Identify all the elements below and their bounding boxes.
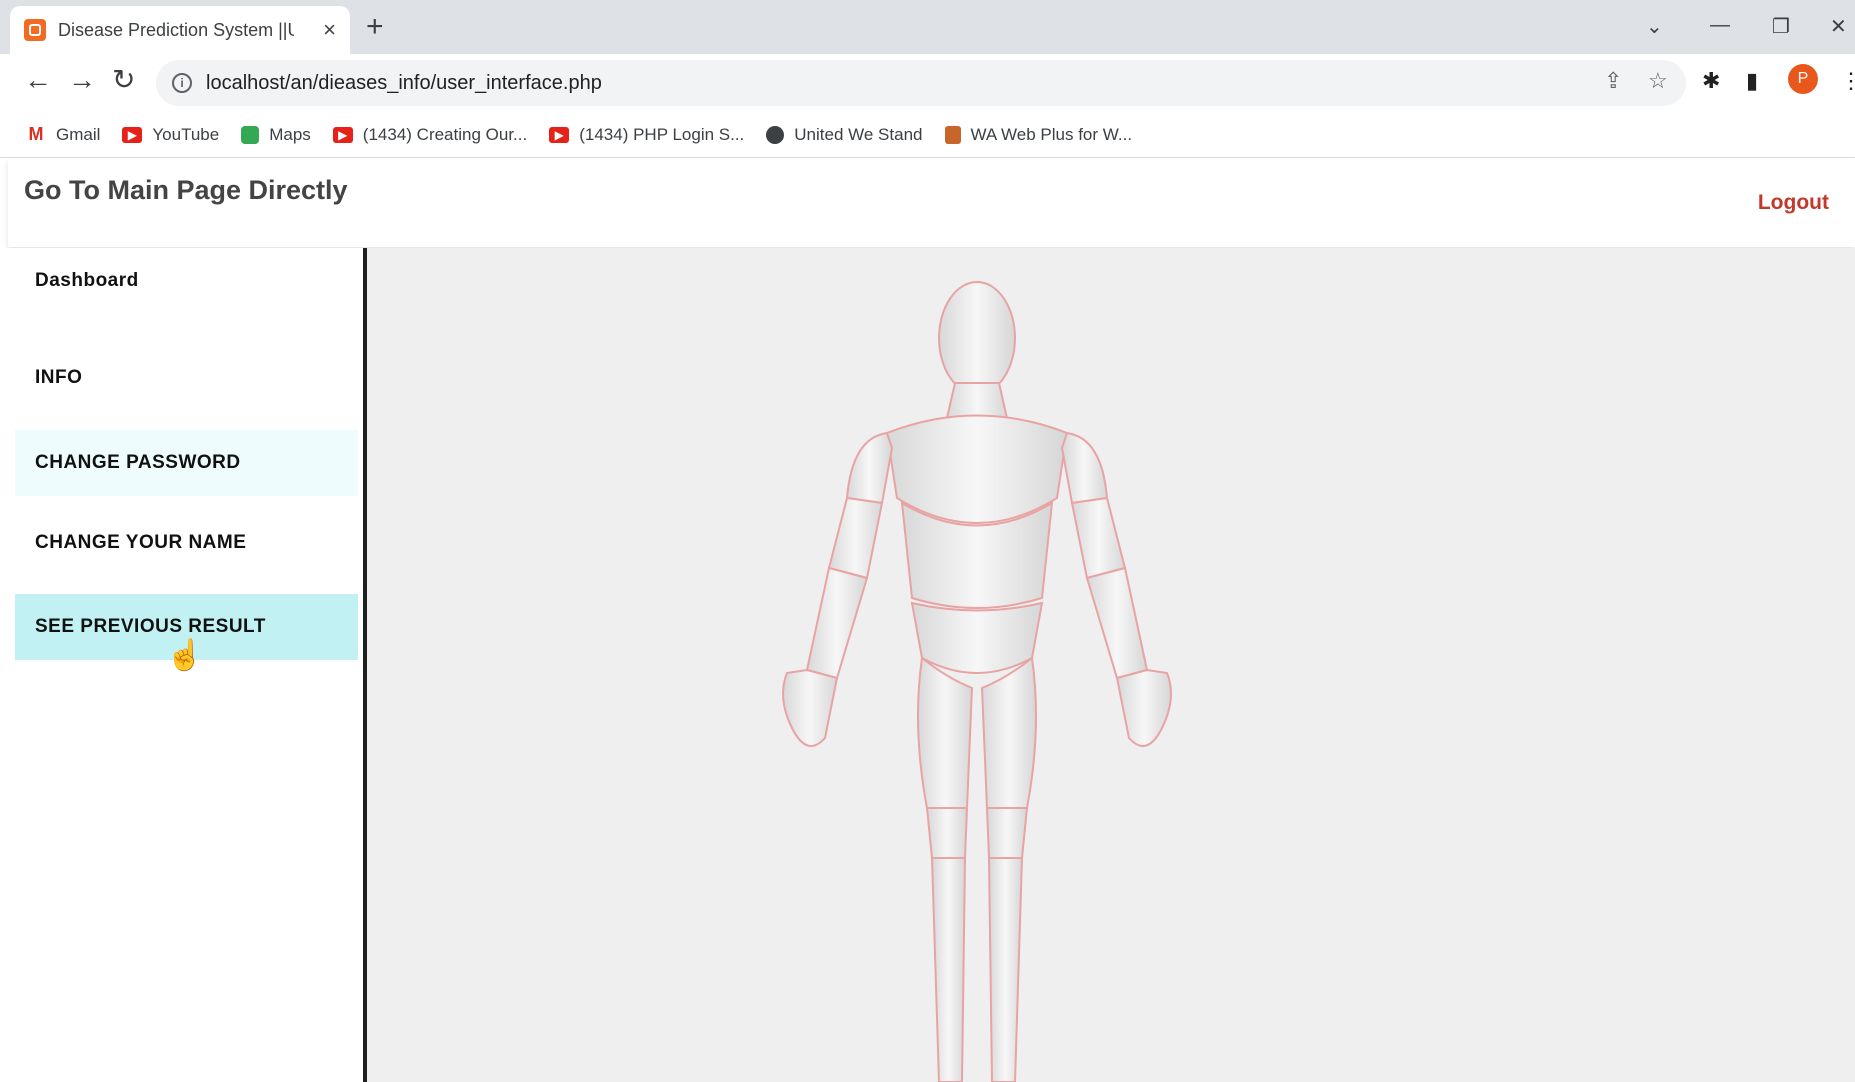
bookmark-label: WA Web Plus for W...: [970, 124, 1133, 144]
body-region-left-shoulder[interactable]: [845, 431, 894, 505]
body-model-area: [367, 248, 1855, 1082]
body-region-chest[interactable]: [885, 414, 1069, 524]
share-icon[interactable]: ⇪: [1604, 70, 1622, 92]
bookmarks-bar: M Gmail ▶ YouTube Maps ▶ (1434) Creating…: [0, 112, 1855, 158]
profile-avatar[interactable]: P: [1788, 64, 1818, 94]
browser-window: Disease Prediction System ||User × + ⌄ —…: [0, 0, 1855, 1082]
bookmark-maps[interactable]: Maps: [241, 125, 311, 145]
tab-strip: Disease Prediction System ||User × + ⌄ —…: [0, 0, 1855, 54]
sidebar-item-label: CHANGE PASSWORD: [35, 452, 241, 473]
hand-pointer-cursor-icon: ☝: [166, 639, 204, 672]
close-window-icon[interactable]: ✕: [1830, 14, 1847, 39]
sidebar-item-change-your-name[interactable]: CHANGE YOUR NAME: [15, 510, 358, 576]
sidebar-item-label: Dashboard: [35, 270, 139, 291]
bookmark-gmail[interactable]: M Gmail: [26, 124, 101, 145]
kebab-menu-icon[interactable]: ⋮: [1840, 70, 1855, 92]
youtube-icon: ▶: [332, 126, 353, 143]
side-panel-icon[interactable]: ▮: [1746, 70, 1758, 92]
body-region-head[interactable]: [938, 281, 1016, 395]
body-region-right-upper-arm[interactable]: [1070, 496, 1127, 580]
body-region-pelvis[interactable]: [910, 601, 1044, 674]
sidebar-item-label: INFO: [35, 367, 83, 388]
human-body-map: [782, 281, 1172, 1082]
bookmark-united-we-stand[interactable]: United We Stand: [766, 124, 923, 145]
body-region-left-forearm[interactable]: [805, 566, 869, 680]
body-region-left-thigh[interactable]: [917, 656, 974, 809]
logout-link[interactable]: Logout: [1758, 191, 1829, 215]
tab-favicon-icon: [24, 19, 46, 41]
youtube-icon: ▶: [122, 126, 143, 143]
main-page-link[interactable]: Go To Main Page Directly: [24, 175, 348, 206]
site-info-icon[interactable]: i: [172, 73, 192, 93]
body-region-neck[interactable]: [945, 382, 1009, 419]
wa-icon: [944, 125, 961, 144]
tab-search-chevron-icon[interactable]: ⌄: [1646, 14, 1663, 39]
restore-icon[interactable]: ❐: [1772, 14, 1790, 39]
tab-title: Disease Prediction System ||User: [58, 19, 294, 40]
url-text: localhost/an/dieases_info/user_interface…: [206, 71, 602, 94]
bookmark-creating-our[interactable]: ▶ (1434) Creating Our...: [332, 124, 528, 145]
sidebar-item-dashboard[interactable]: Dashboard: [15, 248, 358, 314]
address-bar[interactable]: i localhost/an/dieases_info/user_interfa…: [156, 60, 1686, 106]
body-region-left-upper-arm[interactable]: [827, 496, 884, 580]
youtube-icon: ▶: [549, 126, 570, 143]
body-region-left-lower-leg[interactable]: [930, 857, 967, 1082]
forward-arrow-icon[interactable]: →: [68, 66, 96, 94]
body-region-right-lower-leg[interactable]: [987, 857, 1024, 1082]
body-region-left-hand[interactable]: [782, 668, 839, 747]
reload-icon[interactable]: ↻: [112, 66, 135, 94]
sidebar-item-info[interactable]: INFO: [15, 345, 358, 411]
back-arrow-icon[interactable]: ←: [24, 66, 52, 94]
body-region-right-knee[interactable]: [985, 807, 1029, 859]
sidebar-item-label: SEE PREVIOUS RESULT: [35, 616, 266, 637]
body-region-right-hand[interactable]: [1115, 668, 1172, 747]
body-region-left-knee[interactable]: [925, 807, 969, 859]
minimize-icon[interactable]: —: [1710, 14, 1730, 37]
maps-icon: [241, 125, 260, 144]
gmail-icon: M: [28, 124, 44, 144]
bookmark-label: Maps: [269, 124, 311, 144]
bookmark-youtube[interactable]: ▶ YouTube: [122, 125, 219, 145]
bookmark-php-login[interactable]: ▶ (1434) PHP Login S...: [549, 125, 744, 145]
globe-icon: [766, 125, 785, 144]
bookmark-label: YouTube: [152, 124, 220, 144]
browser-tab[interactable]: Disease Prediction System ||User ×: [10, 6, 350, 54]
body-region-right-shoulder[interactable]: [1060, 431, 1109, 505]
bookmark-label: (1434) Creating Our...: [362, 124, 528, 144]
page-header: Go To Main Page Directly Logout: [8, 159, 1855, 247]
new-tab-button[interactable]: +: [366, 12, 384, 42]
body-region-right-thigh[interactable]: [980, 656, 1037, 809]
sidebar-item-label: CHANGE YOUR NAME: [35, 532, 247, 553]
browser-toolbar: ← → ↻ i localhost/an/dieases_info/user_i…: [0, 54, 1855, 112]
body-region-right-forearm[interactable]: [1085, 566, 1149, 680]
bookmark-label: Gmail: [56, 124, 101, 144]
bookmark-label: (1434) PHP Login S...: [579, 124, 745, 144]
bookmark-star-icon[interactable]: ☆: [1648, 70, 1668, 92]
bookmark-wa-web-plus[interactable]: WA Web Plus for W...: [944, 124, 1133, 145]
sidebar-item-change-password[interactable]: CHANGE PASSWORD: [15, 430, 358, 496]
extensions-puzzle-icon[interactable]: ✱: [1702, 70, 1720, 92]
tab-close-icon[interactable]: ×: [323, 19, 336, 41]
bookmark-label: United We Stand: [794, 124, 923, 144]
